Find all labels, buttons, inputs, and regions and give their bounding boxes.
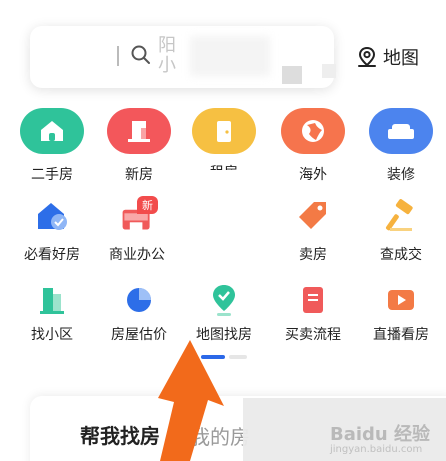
- grid-item-label: 必看好房: [24, 247, 80, 263]
- grid-item-secondhand[interactable]: 二手房: [12, 0, 92, 200]
- grid-item-commercial[interactable]: 新 商业办公: [99, 194, 179, 274]
- door-icon: [192, 108, 256, 154]
- watermark-sub: jingyan.baidu.com: [330, 444, 423, 455]
- pie-chart-icon: [121, 282, 157, 318]
- grid-item-label: 找小区: [31, 327, 73, 343]
- grid-item-label: 卖房: [299, 247, 327, 263]
- grid-item-label: 装修: [387, 167, 415, 183]
- grid-item-label: 买卖流程: [285, 327, 341, 343]
- grid-item-label: 租房: [210, 165, 238, 181]
- map-pin-icon: [206, 282, 242, 318]
- building-icon: [107, 108, 171, 154]
- new-badge: 新: [137, 196, 158, 214]
- document-icon: [295, 282, 331, 318]
- sofa-icon: [369, 108, 433, 154]
- annotation-arrow-icon: [158, 340, 224, 461]
- hammer-icon: [383, 198, 419, 234]
- grid-item-label: 查成交: [380, 247, 422, 263]
- grid-item-label: 新房: [125, 167, 153, 183]
- grid-item-sell[interactable]: 卖房: [273, 194, 353, 274]
- tab-help-find-house[interactable]: 帮我找房: [80, 420, 160, 449]
- grid-item-must-see[interactable]: 必看好房: [12, 194, 92, 274]
- grid-item-label: 直播看房: [373, 327, 429, 343]
- watermark: Baidu 经验 jingyan.baidu.com: [330, 420, 430, 455]
- grid-item-label: 商业办公: [109, 247, 165, 263]
- grid-item-overseas[interactable]: 海外: [273, 0, 353, 200]
- globe-icon: [281, 108, 345, 154]
- grid-item-process[interactable]: 买卖流程: [273, 280, 353, 360]
- grid-item-label: 二手房: [31, 167, 73, 183]
- house-icon: [20, 108, 84, 154]
- grid-item-transactions[interactable]: 查成交: [361, 194, 441, 274]
- grid-item-community[interactable]: 找小区: [12, 280, 92, 360]
- watermark-title: Baidu 经验: [330, 424, 431, 445]
- house-heart-icon: [34, 198, 70, 234]
- community-icon: [34, 282, 70, 318]
- grid-item-decoration[interactable]: 装修: [361, 0, 441, 200]
- grid-item-rent[interactable]: 租房: [184, 0, 264, 200]
- grid-item-newhouse[interactable]: 新房: [99, 0, 179, 200]
- grid-item-live[interactable]: 直播看房: [361, 280, 441, 360]
- grid-item-label: 海外: [299, 167, 327, 183]
- tag-icon: [295, 198, 331, 234]
- live-video-icon: [383, 282, 419, 318]
